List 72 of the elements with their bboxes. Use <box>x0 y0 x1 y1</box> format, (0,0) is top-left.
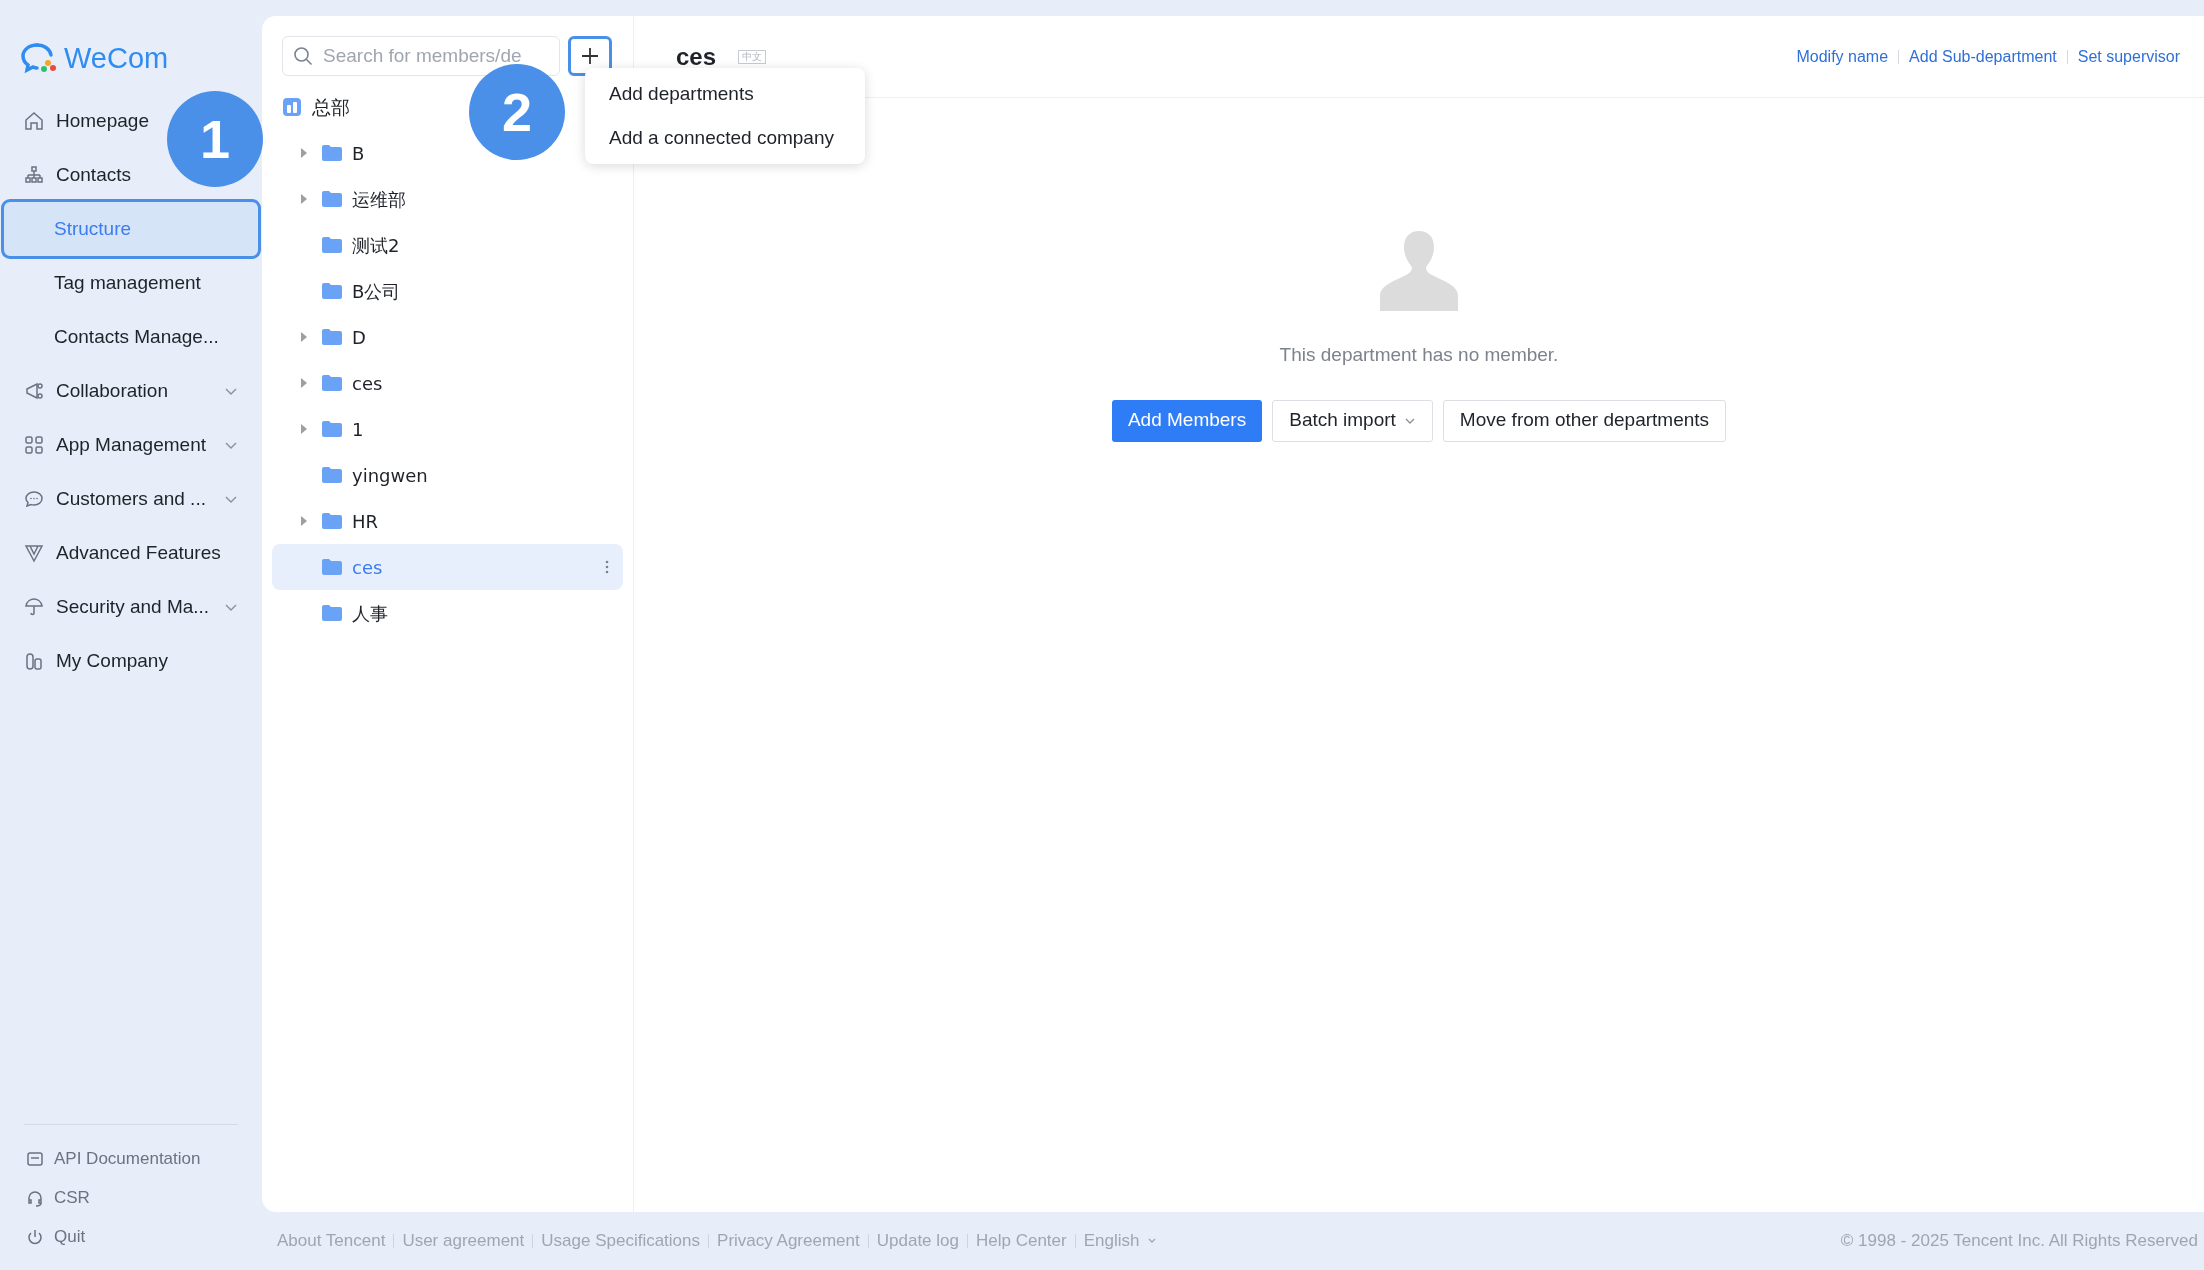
caret-right-icon <box>300 194 308 204</box>
folder-icon <box>322 467 342 483</box>
headset-icon <box>26 1188 44 1207</box>
megaphone-icon <box>24 381 44 401</box>
org-chart-icon <box>24 165 44 185</box>
tree-item[interactable]: D <box>272 314 623 360</box>
folder-icon <box>322 237 342 253</box>
tree-item[interactable]: HR <box>272 498 623 544</box>
menu-item[interactable]: Add a connected company <box>585 116 865 160</box>
header-link[interactable]: Add Sub-department <box>1909 44 2057 69</box>
nav-item[interactable]: App Management <box>24 418 238 472</box>
search-icon <box>293 46 313 66</box>
folder-icon <box>322 191 342 207</box>
folder-icon <box>322 605 342 621</box>
caret-right-icon <box>300 424 308 434</box>
tree-item[interactable]: 人事 <box>272 590 623 636</box>
home-icon <box>24 111 44 131</box>
copyright-text: © 1998 - 2025 Tencent Inc. All Rights Reserved <box>1840 1230 2198 1253</box>
search-field[interactable]: Search for members/de <box>282 36 560 76</box>
umbrella-icon <box>24 597 44 617</box>
folder-icon <box>322 375 342 391</box>
brand-name: WeCom <box>64 43 169 73</box>
language-tag: 中文 <box>738 49 767 64</box>
logo-icon <box>20 42 58 74</box>
nav-item[interactable]: My Company <box>24 634 168 688</box>
document-icon <box>26 1149 44 1168</box>
nav-item[interactable]: Customers and ... <box>24 472 238 526</box>
nav-item[interactable]: Contacts <box>24 148 131 202</box>
folder-icon <box>322 145 342 161</box>
nav-item[interactable]: Collaboration <box>24 364 238 418</box>
add-members-button[interactable]: Add Members <box>1111 399 1263 442</box>
nav-item[interactable]: Advanced Features <box>24 526 221 580</box>
company-icon <box>282 97 302 117</box>
callout-badge: 1 <box>167 91 263 187</box>
grid-icon <box>24 435 44 455</box>
nav-item[interactable]: Homepage <box>24 94 149 148</box>
sidebar-footer-link[interactable]: CSR <box>0 1178 262 1217</box>
chat-bubble-icon <box>24 489 44 509</box>
nav-item[interactable]: Tag management <box>4 256 201 310</box>
sidebar-footer-link[interactable]: Quit <box>0 1217 262 1256</box>
caret-right-icon <box>300 378 308 388</box>
header-link[interactable]: Modify name <box>1796 44 1889 69</box>
action-button[interactable]: Move from other departments <box>1442 399 1727 442</box>
nav-item[interactable]: Contacts Manage... <box>4 310 219 364</box>
department-title: ces <box>676 44 717 69</box>
tree-item[interactable]: 1 <box>272 406 623 452</box>
more-vertical-icon <box>605 560 609 574</box>
tree-item[interactable]: ces <box>272 360 623 406</box>
tree-item[interactable]: yingwen <box>272 452 623 498</box>
tree-item[interactable]: ces <box>272 544 623 590</box>
folder-icon <box>322 513 342 529</box>
buildings-icon <box>24 651 44 671</box>
empty-message: This department has no member. <box>1279 343 1559 367</box>
plus-icon <box>580 46 600 66</box>
header-link[interactable]: Set supervisor <box>2077 44 2180 69</box>
avatar-placeholder-icon <box>1378 231 1460 311</box>
power-icon <box>26 1227 44 1246</box>
folder-icon <box>322 329 342 345</box>
caret-right-icon <box>300 332 308 342</box>
dropdown-button[interactable]: Batch import <box>1272 399 1433 442</box>
folder-icon <box>322 421 342 437</box>
nav-item[interactable]: Security and Ma... <box>24 580 238 634</box>
tree-item[interactable]: B公司 <box>272 268 623 314</box>
folder-icon <box>322 559 342 575</box>
tree-item[interactable]: 测试2 <box>272 222 623 268</box>
tree-item[interactable]: 运维部 <box>272 176 623 222</box>
menu-item[interactable]: Add departments <box>585 72 865 116</box>
caret-right-icon <box>300 148 308 158</box>
triangle-logo-icon <box>24 543 44 563</box>
sidebar-footer-link[interactable]: API Documentation <box>0 1139 262 1178</box>
folder-icon <box>322 283 342 299</box>
caret-right-icon <box>300 516 308 526</box>
